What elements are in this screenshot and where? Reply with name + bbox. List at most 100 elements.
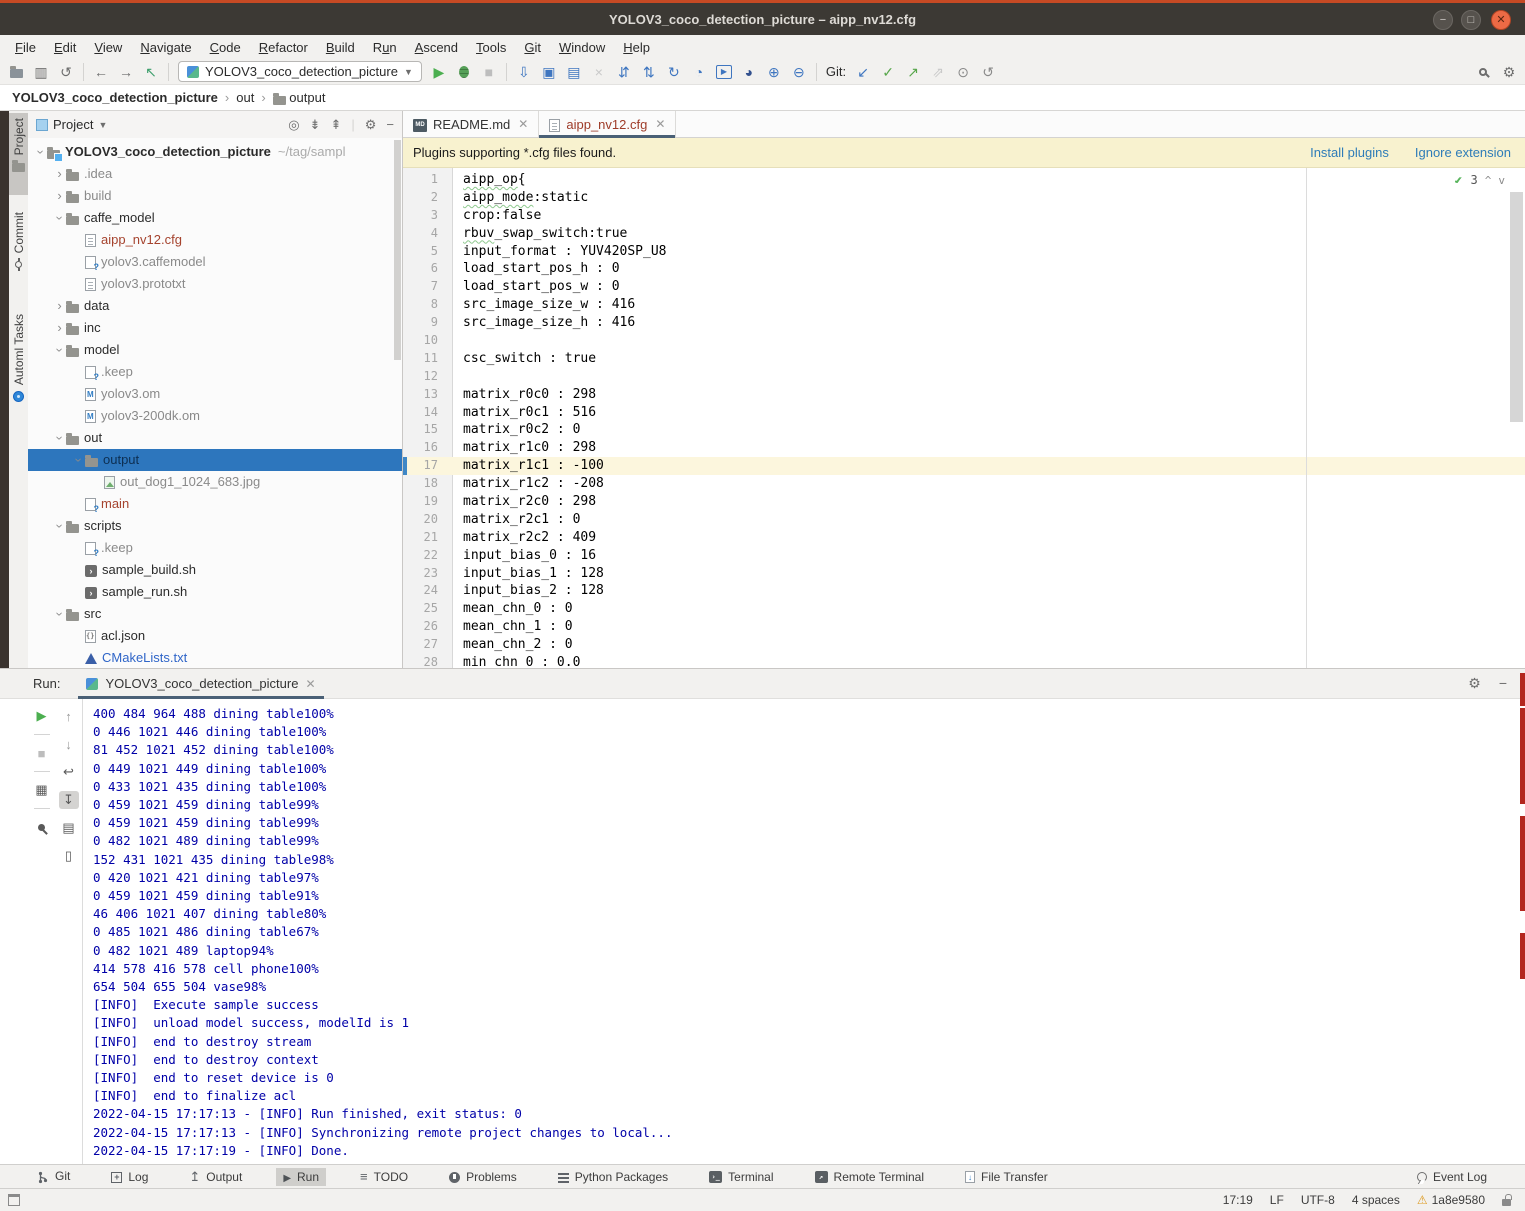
menu-tools[interactable]: Tools xyxy=(467,40,515,55)
hide-panel-icon[interactable]: − xyxy=(1499,675,1507,692)
zoom-in-icon[interactable]: ⊕ xyxy=(766,63,782,81)
status-item[interactable]: 17:19 xyxy=(1223,1193,1253,1207)
gear-icon[interactable]: ⚙ xyxy=(365,117,377,133)
prev-problem-icon[interactable]: ^ xyxy=(1485,174,1492,187)
code-line-2[interactable]: 2aipp_mode:static xyxy=(403,189,1525,207)
print-icon[interactable]: ▤ xyxy=(59,819,79,837)
clear-console-icon[interactable]: ▯ xyxy=(59,847,79,865)
code-line-25[interactable]: 25mean_chn_0 : 0 xyxy=(403,600,1525,618)
tool-window-button-run[interactable]: ▶Run xyxy=(276,1168,326,1186)
package-icon[interactable]: ▣ xyxy=(541,63,557,81)
tree-item-yolov3.om[interactable]: yolov3.om xyxy=(28,383,402,405)
run-icon[interactable]: ▶ xyxy=(431,63,447,81)
run-box-icon[interactable]: ▶ xyxy=(716,65,732,79)
code-line-19[interactable]: 19matrix_r2c0 : 298 xyxy=(403,493,1525,511)
tool-window-button-terminal[interactable]: ›_Terminal xyxy=(702,1168,780,1186)
run-console[interactable]: 400 484 964 488 dining table100%0 446 10… xyxy=(84,699,1525,1164)
close-icon[interactable]: ✕ xyxy=(518,117,528,131)
git-diff-icon[interactable]: ⇗ xyxy=(930,63,946,81)
menu-file[interactable]: File xyxy=(6,40,45,55)
code-line-5[interactable]: 5input_format : YUV420SP_U8 xyxy=(403,243,1525,261)
close-icon[interactable]: ✕ xyxy=(305,677,315,691)
next-problem-icon[interactable]: v xyxy=(1498,174,1505,187)
chevron-icon[interactable]: › xyxy=(53,163,66,185)
code-line-8[interactable]: 8src_image_size_w : 416 xyxy=(403,296,1525,314)
editor-scrollbar[interactable] xyxy=(1510,192,1523,422)
expand-all-icon[interactable]: ⇟ xyxy=(310,117,321,133)
code-line-11[interactable]: 11csc_switch : true xyxy=(403,350,1525,368)
scroll-to-end-icon[interactable]: ↧ xyxy=(59,791,79,809)
breadcrumb-item[interactable]: YOLOV3_coco_detection_picture xyxy=(12,90,218,105)
zoom-out-icon[interactable]: ⊖ xyxy=(791,63,807,81)
update-project-icon[interactable]: ⇵ xyxy=(616,63,632,81)
run-configuration-selector[interactable]: YOLOV3_coco_detection_picture▼ xyxy=(178,61,422,82)
menu-refactor[interactable]: Refactor xyxy=(250,40,317,55)
hide-panel-icon[interactable]: − xyxy=(386,117,394,132)
down-stack-trace-icon[interactable]: ↓ xyxy=(59,735,79,753)
tree-item-yolov3-200dk.om[interactable]: yolov3-200dk.om xyxy=(28,405,402,427)
code-line-16[interactable]: 16matrix_r1c0 : 298 xyxy=(403,439,1525,457)
pin-icon[interactable] xyxy=(32,818,52,836)
maximize-icon[interactable]: □ xyxy=(1461,10,1481,30)
chevron-icon[interactable]: › xyxy=(53,317,66,339)
code-line-3[interactable]: 3crop:false xyxy=(403,207,1525,225)
tree-item-src[interactable]: ›src xyxy=(28,603,402,625)
stop-icon[interactable]: ■ xyxy=(481,63,497,81)
code-editor[interactable]: 1aipp_op{2aipp_mode:static3crop:false4rb… xyxy=(403,168,1525,668)
save-all-icon[interactable]: ▥ xyxy=(33,63,49,81)
close-icon[interactable]: ✕ xyxy=(1491,10,1511,30)
code-line-21[interactable]: 21matrix_r2c2 : 409 xyxy=(403,529,1525,547)
code-line-27[interactable]: 27mean_chn_2 : 0 xyxy=(403,636,1525,654)
tree-item-build[interactable]: ›build xyxy=(28,185,402,207)
stop-icon[interactable]: ■ xyxy=(32,744,52,762)
git-push-icon[interactable]: ↗ xyxy=(905,63,921,81)
sync-icon[interactable]: ↺ xyxy=(58,63,74,81)
rerun-icon[interactable]: ▶ xyxy=(32,707,52,725)
coverage-icon[interactable]: ◕ xyxy=(741,63,757,81)
restore-layout-icon[interactable]: ▦ xyxy=(32,781,52,799)
menu-window[interactable]: Window xyxy=(550,40,614,55)
tree-item-caffe_model[interactable]: ›caffe_model xyxy=(28,207,402,229)
status-item[interactable]: 4 spaces xyxy=(1352,1193,1400,1207)
tree-item-.keep[interactable]: .keep xyxy=(28,361,402,383)
tool-window-button-log[interactable]: +Log xyxy=(104,1168,155,1186)
tree-item-YOLOV3_coco_detection_picture[interactable]: ›YOLOV3_coco_detection_picture~/tag/samp… xyxy=(28,141,402,163)
install-plugins-link[interactable]: Install plugins xyxy=(1310,145,1389,160)
breadcrumb-item[interactable]: out xyxy=(236,90,254,105)
code-line-1[interactable]: 1aipp_op{ xyxy=(403,171,1525,189)
git-history-icon[interactable]: ⊙ xyxy=(955,63,971,81)
settings-icon[interactable]: ⚙ xyxy=(1501,63,1517,81)
tree-item-yolov3.caffemodel[interactable]: yolov3.caffemodel xyxy=(28,251,402,273)
breadcrumb-item[interactable]: output xyxy=(273,90,326,105)
code-line-23[interactable]: 23input_bias_1 : 128 xyxy=(403,565,1525,583)
tree-item-scripts[interactable]: ›scripts xyxy=(28,515,402,537)
tree-item-yolov3.prototxt[interactable]: yolov3.prototxt xyxy=(28,273,402,295)
chevron-icon[interactable]: › xyxy=(53,185,66,207)
git-rollback-icon[interactable]: ↺ xyxy=(980,63,996,81)
code-line-24[interactable]: 24input_bias_2 : 128 xyxy=(403,582,1525,600)
debug-icon[interactable] xyxy=(456,63,472,81)
edit-config-icon[interactable]: ▤ xyxy=(566,63,582,81)
refresh-remote-icon[interactable]: ↻ xyxy=(666,63,682,81)
tool-window-button-remote-terminal[interactable]: ↗Remote Terminal xyxy=(808,1168,931,1186)
menu-view[interactable]: View xyxy=(85,40,131,55)
menu-ascend[interactable]: Ascend xyxy=(406,40,467,55)
install-package-icon[interactable]: ⇩ xyxy=(516,63,532,81)
code-line-13[interactable]: 13matrix_r0c0 : 298 xyxy=(403,386,1525,404)
cut-icon[interactable]: × xyxy=(591,63,607,81)
code-line-14[interactable]: 14matrix_r0c1 : 516 xyxy=(403,404,1525,422)
lock-icon[interactable] xyxy=(1502,1199,1511,1206)
git-commit-icon[interactable]: ✓ xyxy=(880,63,896,81)
code-line-28[interactable]: 28min_chn_0 : 0.0 xyxy=(403,654,1525,668)
tool-window-tab-project[interactable]: Project xyxy=(9,113,28,195)
search-icon[interactable] xyxy=(1479,68,1487,76)
code-line-15[interactable]: 15matrix_r0c2 : 0 xyxy=(403,421,1525,439)
tool-window-switcher-icon[interactable] xyxy=(8,1194,20,1206)
code-line-12[interactable]: 12 xyxy=(403,368,1525,386)
code-line-17[interactable]: 17matrix_r1c1 : -100 xyxy=(403,457,1525,475)
tree-scrollbar[interactable] xyxy=(394,140,401,360)
code-line-20[interactable]: 20matrix_r2c1 : 0 xyxy=(403,511,1525,529)
tree-item-.idea[interactable]: ›.idea xyxy=(28,163,402,185)
open-project-icon[interactable] xyxy=(8,63,24,81)
code-line-4[interactable]: 4rbuv_swap_switch:true xyxy=(403,225,1525,243)
